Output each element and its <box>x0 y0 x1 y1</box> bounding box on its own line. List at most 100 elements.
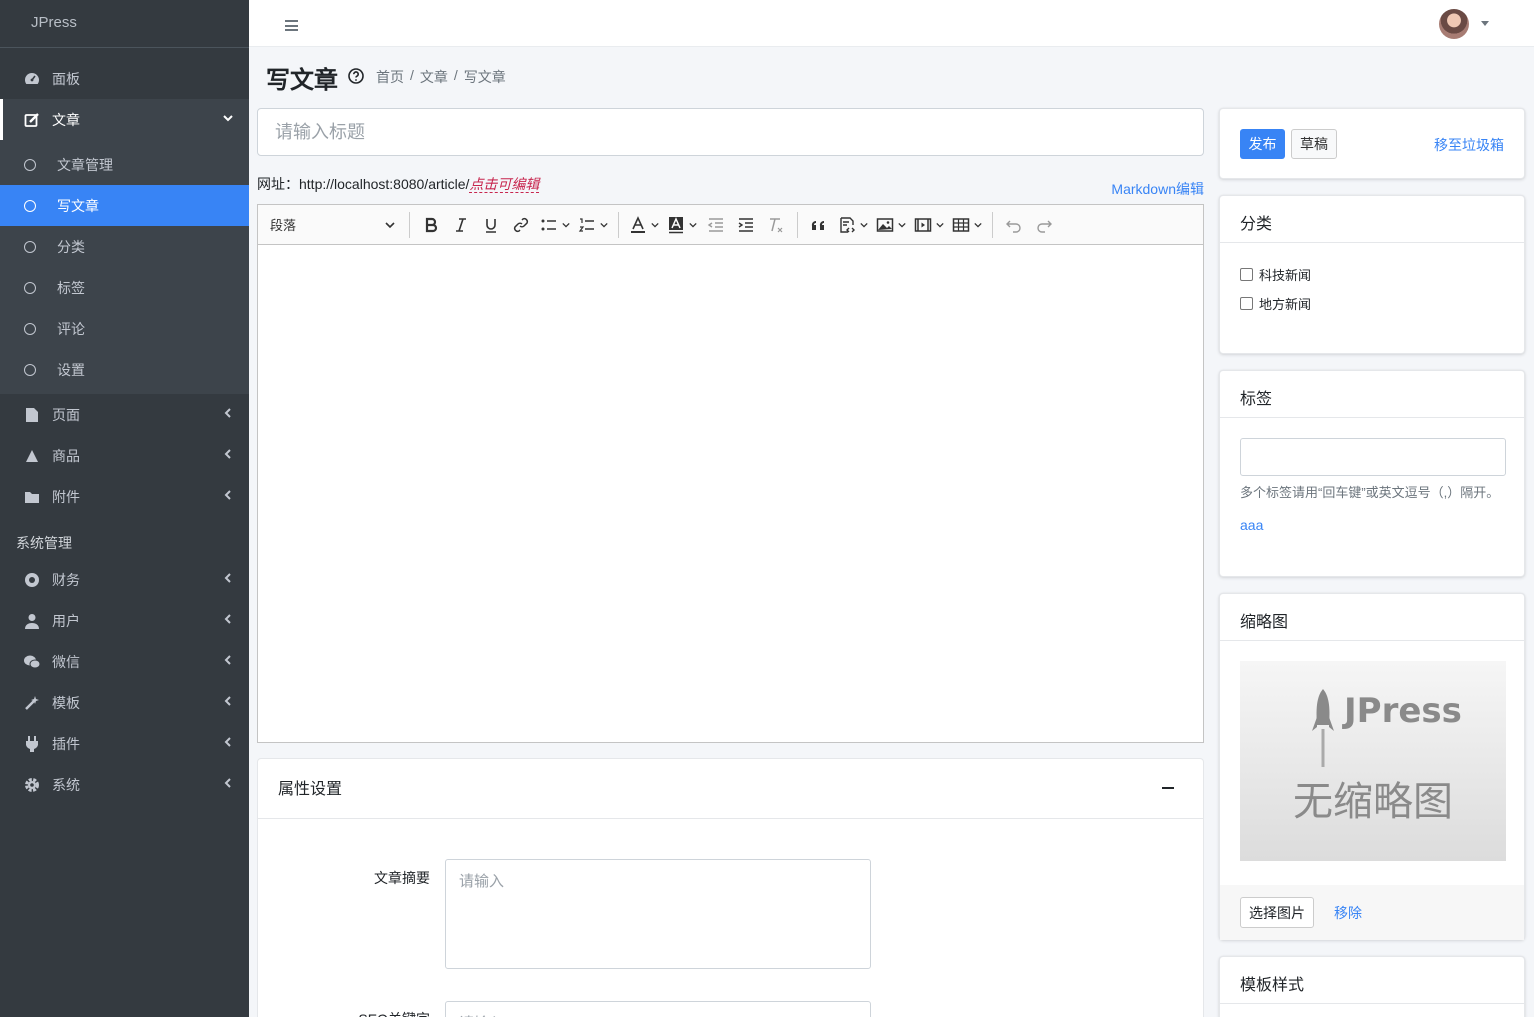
move-to-trash-link[interactable]: 移至垃圾箱 <box>1434 135 1504 155</box>
remove-image-link[interactable]: 移除 <box>1334 903 1362 923</box>
code-block-icon[interactable] <box>834 210 872 240</box>
sidebar-item-templates[interactable]: 模板 <box>0 682 249 723</box>
editor-content-area[interactable] <box>258 245 1203 742</box>
quote-icon[interactable] <box>804 210 834 240</box>
draft-button[interactable]: 草稿 <box>1291 129 1337 159</box>
publish-button[interactable]: 发布 <box>1240 129 1285 159</box>
sidebar-item-system[interactable]: 系统 <box>0 764 249 805</box>
sidebar-submenu-articles: 文章管理 写文章 分类 标签 评论 设置 <box>0 140 249 394</box>
collapse-icon[interactable] <box>1162 787 1174 789</box>
template-icon <box>24 695 40 711</box>
url-edit-link[interactable]: 点击可编辑 <box>469 176 540 193</box>
sidebar-item-articles[interactable]: 文章 <box>0 99 249 140</box>
numbered-list-icon[interactable] <box>574 210 612 240</box>
summary-label: 文章摘要 <box>374 870 430 886</box>
sidebar-item-label: 插件 <box>52 735 80 752</box>
sidebar-item-users[interactable]: 用户 <box>0 600 249 641</box>
help-circle-icon[interactable] <box>348 68 364 84</box>
sidebar-item-plugins[interactable]: 插件 <box>0 723 249 764</box>
template-style-card: 模板样式 <box>1219 956 1525 1017</box>
outdent-icon[interactable] <box>701 210 731 240</box>
paragraph-format-select[interactable]: 段落 <box>270 215 403 234</box>
dashboard-icon <box>24 71 40 87</box>
sidebar-item-label: 微信 <box>52 653 80 670</box>
sidebar-item-comments[interactable]: 评论 <box>0 308 249 349</box>
sidebar-item-pages[interactable]: 页面 <box>0 394 249 435</box>
clear-format-icon[interactable] <box>761 210 791 240</box>
sidebar-item-write-article[interactable]: 写文章 <box>0 185 249 226</box>
bold-icon[interactable] <box>416 210 446 240</box>
menu-toggle-icon[interactable] <box>285 20 298 31</box>
sidebar-item-label: 标签 <box>57 279 85 296</box>
page-title: 写文章 <box>266 67 338 94</box>
circle-icon <box>24 199 36 212</box>
sidebar-item-label: 商品 <box>52 447 80 464</box>
sidebar-item-tags[interactable]: 标签 <box>0 267 249 308</box>
circle-icon <box>24 158 36 171</box>
breadcrumb-articles[interactable]: 文章 <box>420 67 448 87</box>
table-icon[interactable] <box>948 210 986 240</box>
bulleted-list-icon[interactable] <box>536 210 574 240</box>
sidebar-item-wechat[interactable]: 微信 <box>0 641 249 682</box>
sidebar-item-article-manage[interactable]: 文章管理 <box>0 144 249 185</box>
tag-input[interactable] <box>1240 438 1506 476</box>
avatar[interactable] <box>1439 9 1469 39</box>
category-option[interactable]: 地方新闻 <box>1240 294 1504 313</box>
category-option[interactable]: 科技新闻 <box>1240 265 1504 284</box>
sidebar-item-settings[interactable]: 设置 <box>0 349 249 390</box>
media-embed-icon[interactable] <box>910 210 948 240</box>
italic-icon[interactable] <box>446 210 476 240</box>
circle-icon <box>24 281 36 294</box>
checkbox[interactable] <box>1240 268 1253 281</box>
undo-icon[interactable] <box>999 210 1029 240</box>
chevron-left-icon <box>224 408 231 418</box>
thumbnail-placeholder-image: JPress 无缩略图 <box>1240 661 1506 861</box>
indent-icon[interactable] <box>731 210 761 240</box>
chevron-left-icon <box>224 696 231 706</box>
chevron-left-icon <box>224 778 231 788</box>
sidebar-item-label: 分类 <box>57 238 85 255</box>
chevron-left-icon <box>224 449 231 459</box>
summary-textarea[interactable]: 请输入 <box>445 859 871 969</box>
article-title-input[interactable] <box>257 108 1204 156</box>
select-image-button[interactable]: 选择图片 <box>1240 897 1314 928</box>
breadcrumb-current: 写文章 <box>463 69 506 85</box>
markdown-edit-link[interactable]: Markdown编辑 <box>1111 179 1204 199</box>
folder-icon <box>24 489 40 505</box>
caret-down-icon[interactable] <box>1481 21 1489 26</box>
thumbnail-card: 缩略图 JPress 无缩略图 选择图片 移除 <box>1219 593 1525 940</box>
underline-icon[interactable] <box>476 210 506 240</box>
existing-tag[interactable]: aaa <box>1240 517 1504 533</box>
sidebar-item-label: 用户 <box>52 612 80 629</box>
sidebar-nav: 面板 文章 文章管理 写文章 分类 标签 评论 设置 页面 商品 附件 系统管理… <box>0 48 249 805</box>
sidebar-item-label: 模板 <box>52 694 80 711</box>
redo-icon[interactable] <box>1029 210 1059 240</box>
category-list: 科技新闻 地方新闻 <box>1220 243 1524 345</box>
properties-header: 属性设置 <box>258 759 1203 819</box>
sidebar-item-finance[interactable]: 财务 <box>0 559 249 600</box>
sidebar-item-attachments[interactable]: 附件 <box>0 476 249 517</box>
sidebar-item-category[interactable]: 分类 <box>0 226 249 267</box>
image-icon[interactable] <box>872 210 910 240</box>
sidebar-item-dashboard[interactable]: 面板 <box>0 58 249 99</box>
breadcrumb-home[interactable]: 首页 <box>376 67 404 87</box>
template-style-title: 模板样式 <box>1220 957 1524 1004</box>
sidebar-item-label: 财务 <box>52 571 80 588</box>
brand-logo[interactable]: JPress <box>0 0 249 48</box>
checkbox[interactable] <box>1240 297 1253 310</box>
thumbnail-footer: 选择图片 移除 <box>1220 885 1524 940</box>
seo-keywords-input[interactable]: 请输入 <box>445 1001 871 1017</box>
toolbar-divider <box>618 211 619 238</box>
properties-card: 属性设置 文章摘要 请输入 SEO关键字 请输入 <box>257 758 1204 1017</box>
sidebar-item-label: 面板 <box>52 70 80 87</box>
background-color-icon[interactable] <box>663 210 701 240</box>
circle-icon <box>24 240 36 253</box>
tags-title: 标签 <box>1220 371 1524 418</box>
link-icon[interactable] <box>506 210 536 240</box>
sidebar-section-header: 系统管理 <box>16 535 72 551</box>
sidebar-item-label: 评论 <box>57 320 85 337</box>
chevron-left-icon <box>224 573 231 583</box>
sidebar-item-products[interactable]: 商品 <box>0 435 249 476</box>
sidebar: JPress 面板 文章 文章管理 写文章 分类 标签 评论 设置 页面 商品 … <box>0 0 249 1017</box>
font-color-icon[interactable] <box>625 210 663 240</box>
